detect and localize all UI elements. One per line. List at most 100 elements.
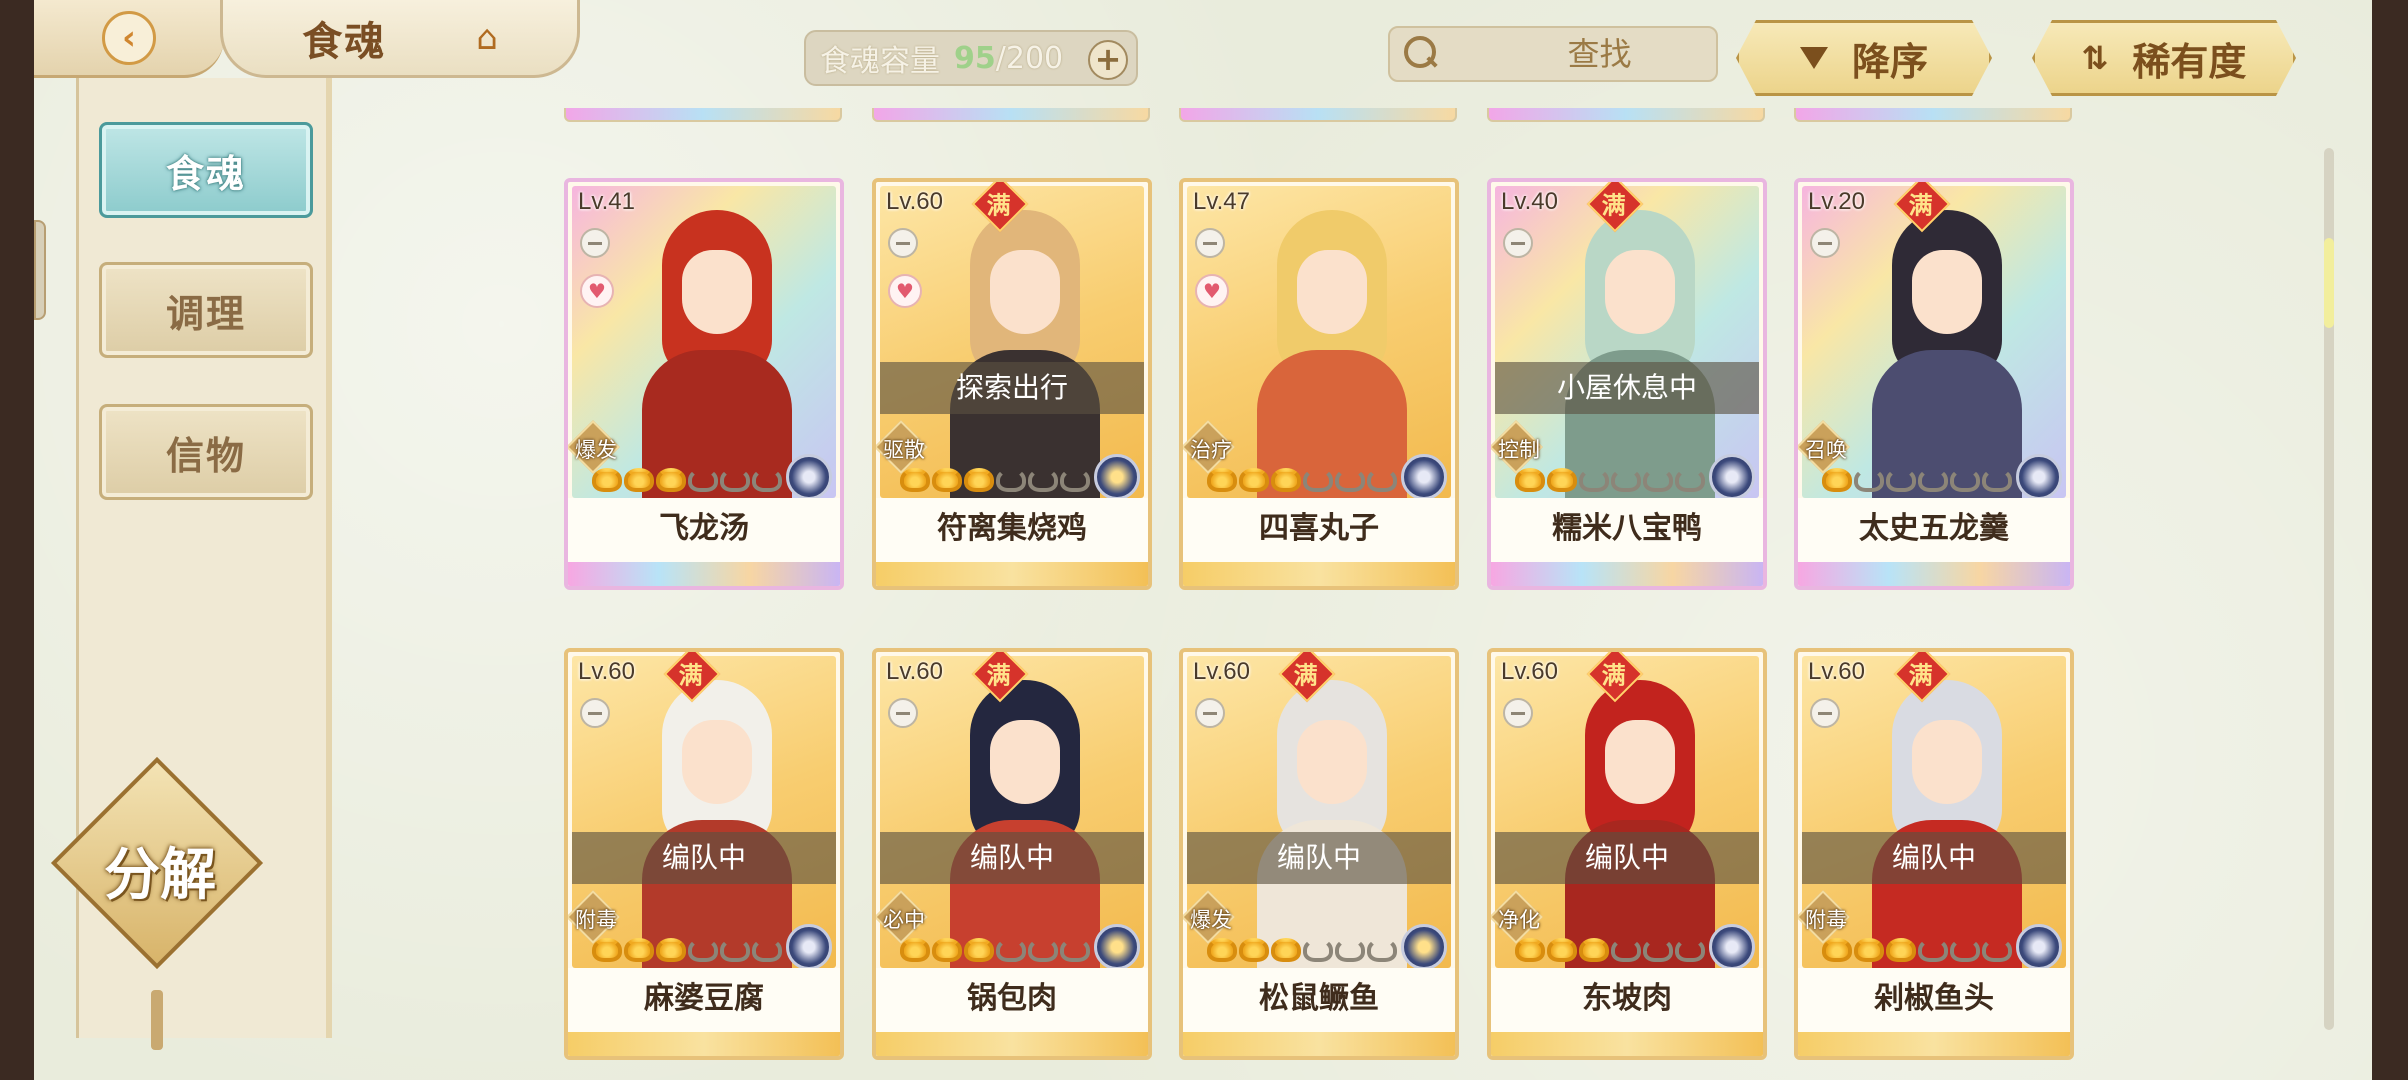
food-soul-card[interactable]: Lv.20 满召唤 太史五龙羹 <box>1794 178 2074 590</box>
food-soul-card[interactable]: Lv.60 满编队中 净化 东坡肉 <box>1487 648 1767 1060</box>
scrollbar[interactable] <box>2324 148 2334 1030</box>
star-icon <box>1675 938 1705 962</box>
star-icon <box>1643 468 1673 492</box>
character-illustration <box>1565 210 1715 498</box>
tassel-ornament <box>151 990 163 1050</box>
pavilion-icon[interactable]: ⌂ <box>476 18 498 58</box>
star-icon <box>1579 468 1609 492</box>
element-icon <box>1401 454 1447 500</box>
level-label: Lv.60 <box>886 188 943 215</box>
star-icon <box>900 468 930 492</box>
lock-icon[interactable] <box>1810 698 1840 728</box>
heart-icon: ♥ <box>1195 274 1229 308</box>
star-icon <box>1675 468 1705 492</box>
lock-icon[interactable] <box>1195 698 1225 728</box>
sidebar-item-cultivate[interactable]: 调理 <box>99 262 313 358</box>
role-tag: 驱散 <box>876 420 928 474</box>
swap-icon: ⇅ <box>2081 39 2109 77</box>
food-soul-card[interactable]: Lv.41 ♥ 爆发 飞龙汤 <box>564 178 844 590</box>
role-tag: 净化 <box>1491 890 1543 944</box>
star-icon <box>1515 938 1545 962</box>
star-rating <box>900 468 1090 492</box>
star-icon <box>1611 468 1641 492</box>
star-rating <box>1207 468 1397 492</box>
role-tag: 附毒 <box>568 890 620 944</box>
star-icon <box>932 468 962 492</box>
food-soul-card[interactable]: Lv.40 满小屋休息中 控制 糯米八宝鸭 <box>1487 178 1767 590</box>
decompose-label: 分解 <box>104 843 216 908</box>
star-rating <box>1515 938 1705 962</box>
star-rating <box>1207 938 1397 962</box>
lock-icon[interactable] <box>580 698 610 728</box>
lock-icon[interactable] <box>580 228 610 258</box>
food-soul-card[interactable]: Lv.60 满编队中 必中 锅包肉 <box>872 648 1152 1060</box>
lock-icon[interactable] <box>1503 228 1533 258</box>
title-bar: 食魂 ⌂ <box>220 0 580 78</box>
lock-icon[interactable] <box>888 228 918 258</box>
element-icon <box>1709 924 1755 970</box>
role-tag: 爆发 <box>568 420 620 474</box>
edge-handle[interactable] <box>34 220 46 320</box>
card-name: 糯米八宝鸭 <box>1491 498 1763 586</box>
status-label: 编队中 <box>1802 832 2066 884</box>
card-partial <box>1487 108 1765 122</box>
status-label: 编队中 <box>1495 832 1759 884</box>
lock-icon[interactable] <box>1503 698 1533 728</box>
card-partial <box>1179 108 1457 122</box>
card-name: 太史五龙羹 <box>1798 498 2070 586</box>
star-icon <box>1367 468 1397 492</box>
status-label: 编队中 <box>572 832 836 884</box>
star-icon <box>1367 938 1397 962</box>
level-label: Lv.20 <box>1808 188 1865 215</box>
star-rating <box>592 938 782 962</box>
food-soul-card[interactable]: Lv.60 满编队中 附毒 剁椒鱼头 <box>1794 648 2074 1060</box>
star-icon <box>932 938 962 962</box>
star-icon <box>1918 468 1948 492</box>
sort-order-label: 降序 <box>1851 39 1928 84</box>
lock-icon[interactable] <box>888 698 918 728</box>
level-label: Lv.60 <box>1193 658 1250 685</box>
food-soul-card[interactable]: Lv.60 满 ♥ 探索出行 驱散 符离集烧鸡 <box>872 178 1152 590</box>
element-icon <box>1094 454 1140 500</box>
capacity-current: 95 <box>954 40 996 76</box>
sidebar-item-tokens[interactable]: 信物 <box>99 404 313 500</box>
star-icon <box>656 938 686 962</box>
back-button[interactable]: ‹ <box>34 0 224 78</box>
star-icon <box>1950 938 1980 962</box>
page-title: 食魂 <box>302 18 387 65</box>
star-icon <box>1611 938 1641 962</box>
card-name: 东坡肉 <box>1491 968 1763 1056</box>
star-icon <box>1239 938 1269 962</box>
sort-order-button[interactable]: 降序 <box>1736 20 1992 96</box>
lock-icon[interactable] <box>1195 228 1225 258</box>
star-icon <box>752 938 782 962</box>
capacity-max: /200 <box>995 40 1064 76</box>
status-label: 小屋休息中 <box>1495 362 1759 414</box>
add-capacity-button[interactable]: + <box>1088 40 1128 80</box>
food-soul-card[interactable]: Lv.60 满编队中 爆发 松鼠鳜鱼 <box>1179 648 1459 1060</box>
role-tag: 附毒 <box>1798 890 1850 944</box>
star-icon <box>1060 468 1090 492</box>
star-icon <box>624 938 654 962</box>
role-tag: 爆发 <box>1183 890 1235 944</box>
card-partial <box>1794 108 2072 122</box>
capacity-label: 食魂容量 <box>820 44 940 79</box>
food-soul-card[interactable]: Lv.47 ♥ 治疗 四喜丸子 <box>1179 178 1459 590</box>
sidebar-item-food-souls[interactable]: 食魂 <box>99 122 313 218</box>
star-rating <box>592 468 782 492</box>
star-icon <box>624 468 654 492</box>
sort-key-button[interactable]: ⇅ 稀有度 <box>2032 20 2296 96</box>
star-icon <box>964 938 994 962</box>
card-name: 飞龙汤 <box>568 498 840 586</box>
star-icon <box>1271 468 1301 492</box>
level-label: Lv.60 <box>886 658 943 685</box>
lock-icon[interactable] <box>1810 228 1840 258</box>
status-label: 编队中 <box>880 832 1144 884</box>
star-rating <box>1822 938 2012 962</box>
food-soul-card[interactable]: Lv.60 满编队中 附毒 麻婆豆腐 <box>564 648 844 1060</box>
scroll-thumb[interactable] <box>2324 238 2334 328</box>
star-icon <box>720 938 750 962</box>
star-icon <box>1515 468 1545 492</box>
element-icon <box>786 454 832 500</box>
star-icon <box>1822 468 1852 492</box>
